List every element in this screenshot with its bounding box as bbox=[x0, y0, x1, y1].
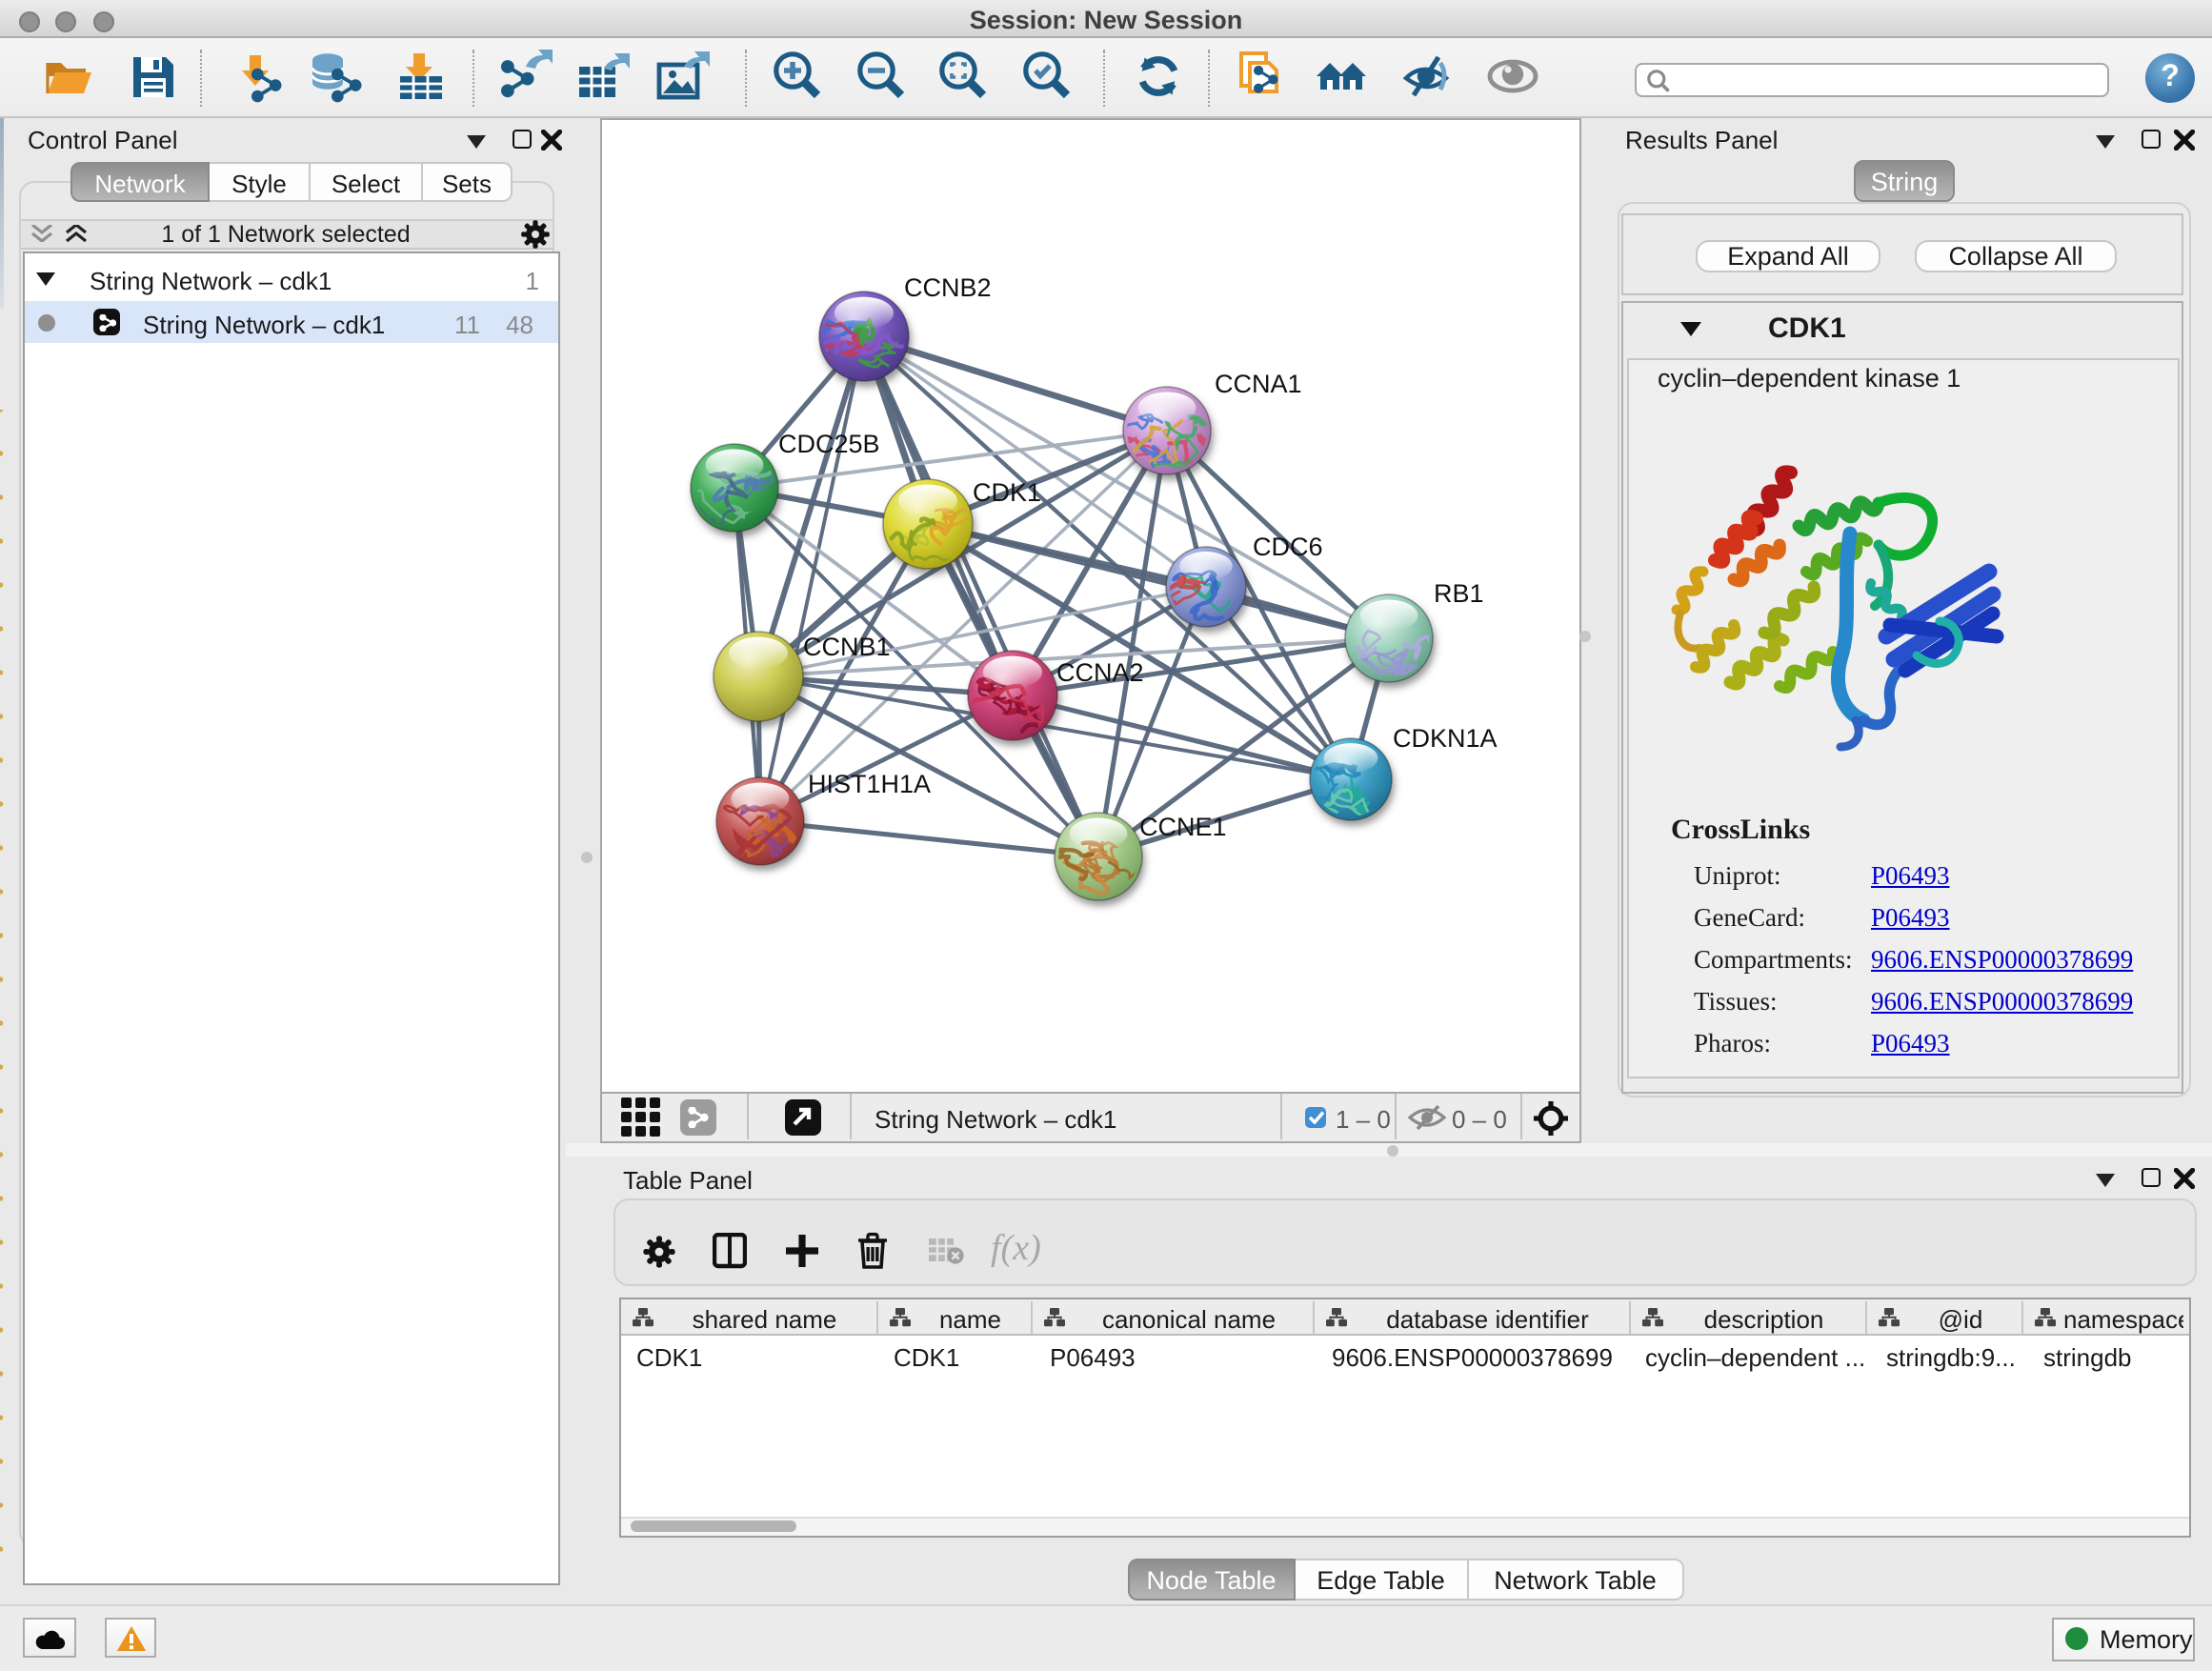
svg-text:CCNE1: CCNE1 bbox=[1138, 813, 1226, 841]
svg-text:CCNB2: CCNB2 bbox=[903, 273, 991, 302]
svg-text:CCNA1: CCNA1 bbox=[1214, 370, 1301, 398]
svg-text:CDC6: CDC6 bbox=[1252, 533, 1322, 561]
svg-text:CDKN1A: CDKN1A bbox=[1392, 724, 1497, 753]
svg-text:CDK1: CDK1 bbox=[972, 478, 1040, 507]
svg-text:HIST1H1A: HIST1H1A bbox=[807, 770, 930, 798]
svg-text:CCNA2: CCNA2 bbox=[1056, 658, 1143, 687]
svg-text:CDC25B: CDC25B bbox=[777, 430, 879, 458]
svg-text:CCNB1: CCNB1 bbox=[802, 633, 890, 661]
svg-text:RB1: RB1 bbox=[1433, 579, 1483, 608]
